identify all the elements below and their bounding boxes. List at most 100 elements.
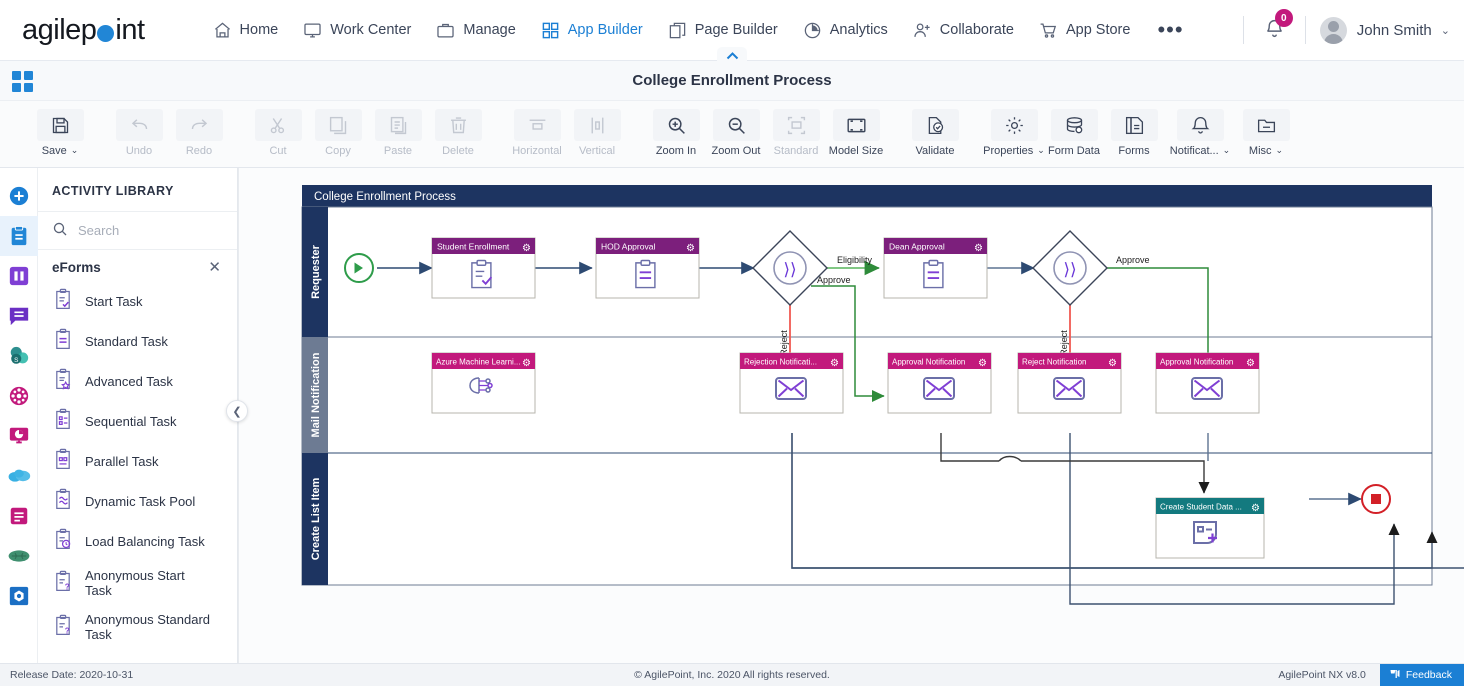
activity-item-start-task[interactable]: Start Task bbox=[38, 281, 237, 321]
nav-overflow-button[interactable]: ••• bbox=[1143, 19, 1197, 41]
toolbar-button-zoom-out[interactable]: Zoom Out bbox=[706, 105, 766, 157]
node-student-enrollment[interactable]: Student Enrollment ⚙ bbox=[431, 237, 536, 299]
toolbar-button-form-data[interactable]: Form Data bbox=[1044, 105, 1104, 157]
nav-item-analytics[interactable]: Analytics bbox=[791, 15, 900, 46]
nav-item-collaborate[interactable]: Collaborate bbox=[901, 15, 1026, 46]
rail-item-salesforce[interactable] bbox=[0, 456, 38, 496]
activity-item-anonymous-standard-task[interactable]: ? Anonymous Standard Task bbox=[38, 605, 237, 649]
toolbar-label-zoom-out: Zoom Out bbox=[711, 145, 761, 157]
nav-item-app-builder[interactable]: App Builder bbox=[529, 15, 655, 46]
nav-item-work-center[interactable]: Work Center bbox=[291, 15, 423, 46]
toolbar-button-properties[interactable]: Properties ⌄ bbox=[983, 105, 1045, 157]
copyright-label: © AgilePoint, Inc. 2020 All rights reser… bbox=[634, 669, 830, 681]
notifications-button[interactable]: 0 bbox=[1258, 9, 1293, 46]
toolbar-button-model-size[interactable]: Model Size bbox=[826, 105, 886, 157]
toolbar-label-zoom-in: Zoom In bbox=[655, 145, 697, 157]
activity-library-header: ACTIVITY LIBRARY bbox=[38, 168, 237, 212]
gear-icon[interactable]: ⚙ bbox=[522, 358, 531, 369]
activity-item-sequential-task[interactable]: Sequential Task bbox=[38, 401, 237, 441]
search-icon bbox=[52, 221, 68, 240]
toolbar-button-cut[interactable]: Cut bbox=[248, 105, 308, 157]
toolbar-button-vertical[interactable]: Vertical bbox=[567, 105, 627, 157]
node-azure-machine-learning[interactable]: Azure Machine Learni... ⚙ bbox=[431, 352, 536, 414]
toolbar-button-delete[interactable]: Delete bbox=[428, 105, 488, 157]
toolbar-button-horizontal[interactable]: Horizontal bbox=[507, 105, 567, 157]
node-label: Azure Machine Learni... bbox=[436, 358, 521, 367]
search-input[interactable] bbox=[78, 223, 208, 238]
feedback-button[interactable]: Feedback bbox=[1379, 663, 1464, 686]
activity-item-advanced-task[interactable]: Advanced Task bbox=[38, 361, 237, 401]
activity-label: Dynamic Task Pool bbox=[85, 493, 196, 509]
toolbar-button-undo[interactable]: Undo bbox=[109, 105, 169, 157]
anonymous-start-task-icon: ? bbox=[52, 570, 74, 596]
toolbar-button-copy[interactable]: Copy bbox=[308, 105, 368, 157]
node-label: Student Enrollment bbox=[437, 242, 510, 252]
rail-item-brain[interactable] bbox=[0, 536, 38, 576]
gear-icon[interactable]: ⚙ bbox=[1251, 503, 1260, 514]
rail-item-columns[interactable] bbox=[0, 256, 38, 296]
node-approval-notification-2[interactable]: Approval Notification ⚙ bbox=[1155, 352, 1260, 414]
node-reject-notification[interactable]: Reject Notification ⚙ bbox=[1017, 352, 1122, 414]
rail-item-azure[interactable] bbox=[0, 576, 38, 616]
toolbar-button-standard[interactable]: Standard bbox=[766, 105, 826, 157]
activity-item-anonymous-start-task[interactable]: ? Anonymous Start Task bbox=[38, 561, 237, 605]
toolbar-button-save[interactable]: Save ⌄ bbox=[30, 105, 90, 157]
node-dean-approval[interactable]: Dean Approval ⚙ bbox=[883, 237, 988, 299]
connector-label-reject-1: Reject bbox=[779, 330, 789, 356]
gear-icon[interactable]: ⚙ bbox=[830, 358, 839, 369]
rail-item-records[interactable] bbox=[0, 496, 38, 536]
nav-item-app-store[interactable]: App Store bbox=[1027, 15, 1143, 46]
clipboard-icon bbox=[11, 225, 26, 246]
activity-item-parallel-task[interactable]: Parallel Task bbox=[38, 441, 237, 481]
gear-icon[interactable]: ⚙ bbox=[978, 358, 987, 369]
stop-icon bbox=[1371, 494, 1381, 504]
rail-item-add[interactable] bbox=[0, 176, 38, 216]
toolbar-button-paste[interactable]: Paste bbox=[368, 105, 428, 157]
node-start-event[interactable] bbox=[344, 253, 374, 283]
nav-right-group: 0 John Smith ⌄ bbox=[1229, 9, 1450, 46]
panel-collapse-chevron-left-icon[interactable]: ❮ bbox=[226, 400, 248, 422]
bpmn-diagram[interactable]: College Enrollment Process Requester Mai… bbox=[239, 168, 1464, 663]
toolbar-button-forms[interactable]: Forms bbox=[1104, 105, 1164, 157]
process-canvas[interactable]: College Enrollment Process Requester Mai… bbox=[238, 168, 1464, 663]
gear-icon[interactable]: ⚙ bbox=[1108, 358, 1117, 369]
feedback-label: Feedback bbox=[1405, 669, 1452, 681]
toolbar-button-redo[interactable]: Redo bbox=[169, 105, 229, 157]
activity-item-load-balancing-task[interactable]: Load Balancing Task bbox=[38, 521, 237, 561]
toolbar-label-copy: Copy bbox=[325, 145, 351, 157]
toolbar-button-zoom-in[interactable]: Zoom In bbox=[646, 105, 706, 157]
grid-icon bbox=[541, 21, 560, 40]
close-icon[interactable]: ✕ bbox=[208, 260, 221, 275]
rail-item-sharepoint[interactable]: S bbox=[0, 336, 38, 376]
connector-label-approve-2: Approve bbox=[1116, 255, 1150, 265]
rail-item-network[interactable] bbox=[0, 376, 38, 416]
node-label: HOD Approval bbox=[601, 242, 655, 252]
user-menu[interactable]: John Smith ⌄ bbox=[1319, 16, 1450, 44]
nav-item-manage[interactable]: Manage bbox=[424, 15, 527, 46]
nav-item-home[interactable]: Home bbox=[201, 15, 291, 46]
gear-icon[interactable]: ⚙ bbox=[686, 243, 695, 254]
node-rejection-notification[interactable]: Rejection Notificati... ⚙ bbox=[739, 352, 844, 414]
node-create-student-data[interactable]: Create Student Data ... ⚙ bbox=[1155, 497, 1265, 559]
agilepoint-logo[interactable]: agilep int bbox=[22, 14, 145, 47]
monitor-icon bbox=[303, 21, 322, 40]
node-end-event[interactable] bbox=[1361, 484, 1391, 514]
activity-item-standard-task[interactable]: Standard Task bbox=[38, 321, 237, 361]
rail-item-dashboard[interactable] bbox=[0, 416, 38, 456]
toolbar-button-misc[interactable]: Misc ⌄ bbox=[1236, 105, 1296, 157]
node-approval-notification-1[interactable]: Approval Notification ⚙ bbox=[887, 352, 992, 414]
gear-icon[interactable]: ⚙ bbox=[1246, 358, 1255, 369]
rail-item-message[interactable] bbox=[0, 296, 38, 336]
gear-icon[interactable]: ⚙ bbox=[974, 243, 983, 254]
toolbar-button-validate[interactable]: Validate bbox=[905, 105, 965, 157]
rail-item-eforms[interactable] bbox=[0, 216, 38, 256]
gear-icon[interactable]: ⚙ bbox=[522, 243, 531, 254]
collapse-header-chevron-up-icon[interactable] bbox=[717, 47, 747, 61]
toolbar-button-notifications[interactable]: Notificat... ⌄ bbox=[1164, 105, 1236, 157]
nav-item-page-builder[interactable]: Page Builder bbox=[656, 15, 790, 46]
app-menu-grid-icon[interactable] bbox=[12, 71, 33, 92]
pie-chart-icon bbox=[803, 21, 822, 40]
activity-item-dynamic-task-pool[interactable]: Dynamic Task Pool bbox=[38, 481, 237, 521]
toolbar-label-cut: Cut bbox=[269, 145, 287, 157]
node-hod-approval[interactable]: HOD Approval ⚙ bbox=[595, 237, 700, 299]
